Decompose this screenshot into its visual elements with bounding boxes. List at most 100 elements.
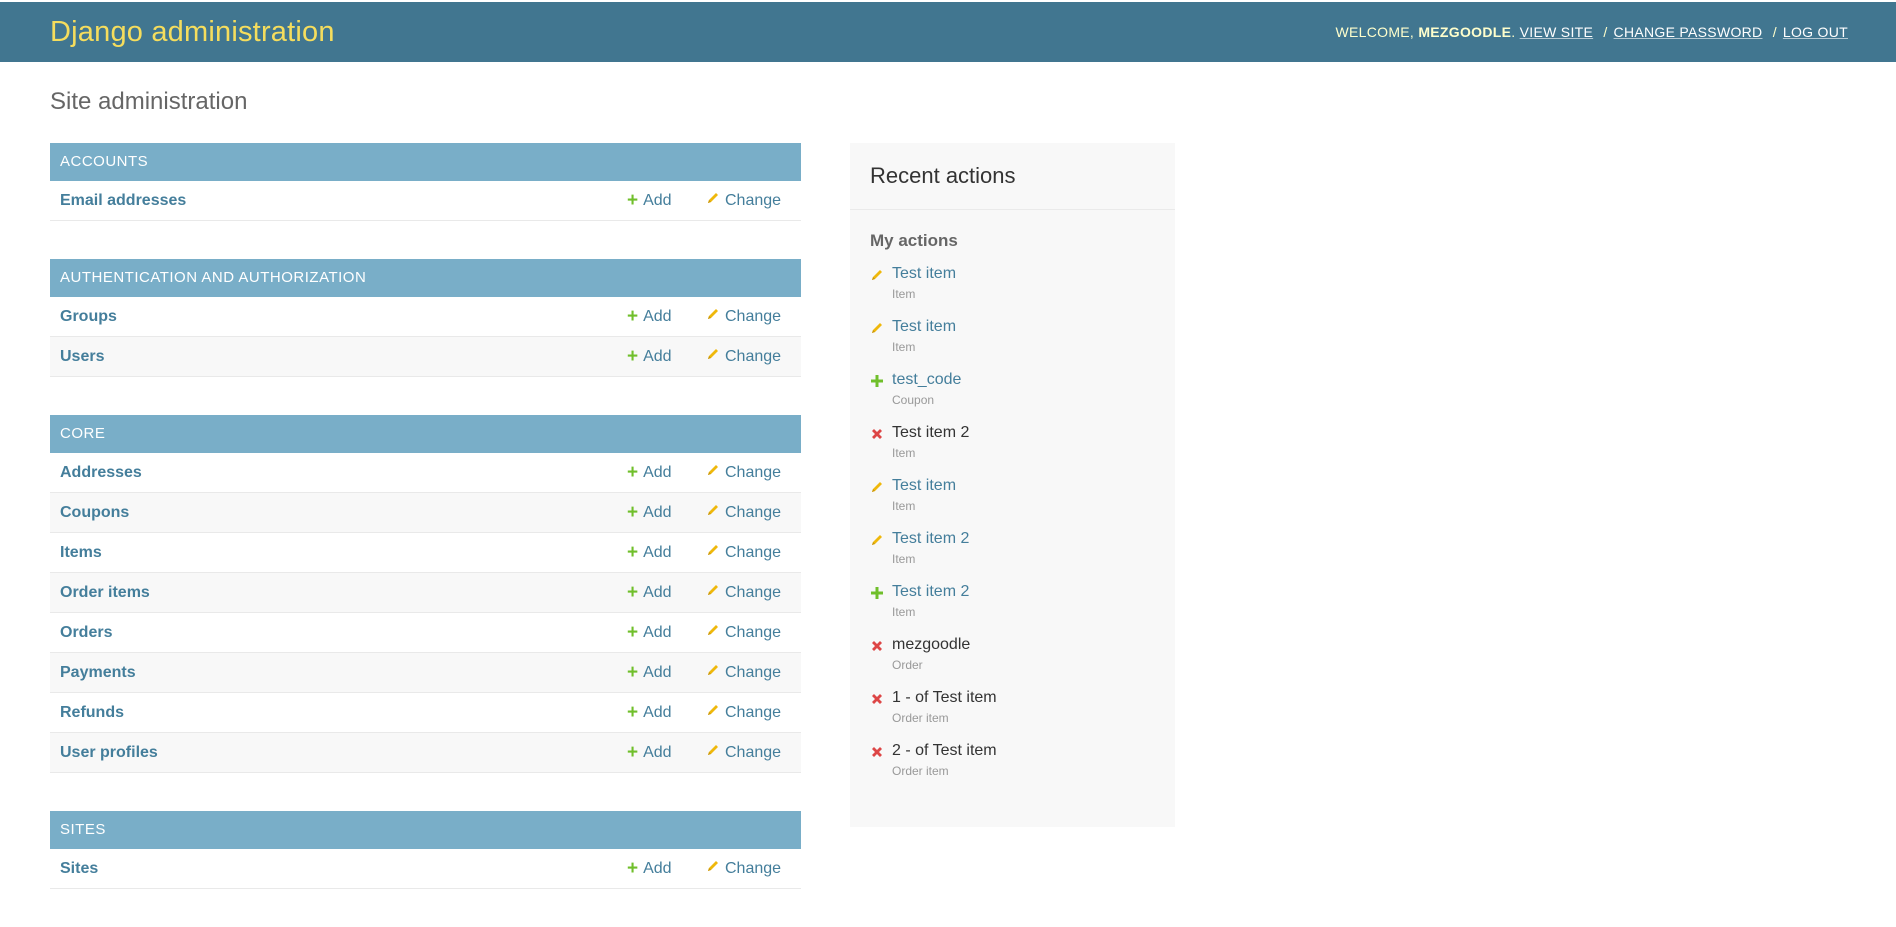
model-link[interactable]: Payments (50, 664, 136, 682)
recent-action-name[interactable]: Test item (892, 318, 956, 336)
model-row: Order items + Add Change (50, 573, 801, 613)
recent-action-item: Test item Item (870, 265, 1175, 318)
app-caption[interactable]: CORE (50, 415, 801, 453)
add-link[interactable]: + Add (627, 703, 672, 722)
model-link[interactable]: Items (50, 544, 102, 562)
recent-action-type: Order (892, 658, 923, 672)
add-link[interactable]: + Add (627, 663, 672, 682)
pencil-icon (870, 268, 886, 284)
change-link[interactable]: Change (706, 191, 781, 210)
model-row: Sites + Add Change (50, 849, 801, 889)
recent-action-item: Test item Item (870, 477, 1175, 530)
pencil-icon (706, 191, 720, 210)
change-label: Change (725, 743, 782, 761)
change-link[interactable]: Change (706, 663, 781, 682)
model-link[interactable]: Refunds (50, 704, 124, 722)
recent-action-item: test_code Coupon (870, 371, 1175, 424)
site-branding[interactable]: Django administration (50, 16, 335, 49)
recent-action-name[interactable]: test_code (892, 371, 961, 389)
change-link[interactable]: Change (706, 347, 781, 366)
recent-action-type: Item (892, 552, 916, 566)
view-site-link[interactable]: VIEW SITE (1520, 24, 1594, 40)
change-label: Change (725, 503, 782, 521)
change-link[interactable]: Change (706, 583, 781, 602)
change-link[interactable]: Change (706, 463, 781, 482)
recent-action-name[interactable]: Test item (892, 477, 956, 495)
plus-icon: + (627, 502, 639, 523)
pencil-icon (706, 703, 720, 722)
recent-action-name[interactable]: Test item (892, 265, 956, 283)
change-link[interactable]: Change (706, 703, 781, 722)
model-link[interactable]: Groups (50, 308, 117, 326)
add-label: Add (643, 307, 672, 325)
add-link[interactable]: + Add (627, 463, 672, 482)
recent-actions-panel: Recent actions My actions Test item Item… (850, 143, 1175, 827)
recent-action-name: Test item 2 (892, 424, 970, 441)
recent-action-item: Test item Item (870, 318, 1175, 371)
model-row: Groups + Add Change (50, 297, 801, 337)
change-label: Change (725, 623, 782, 641)
pencil-icon (706, 743, 720, 762)
change-link[interactable]: Change (706, 623, 781, 642)
recent-action-type: Item (892, 287, 916, 301)
add-label: Add (643, 583, 672, 601)
add-link[interactable]: + Add (627, 307, 672, 326)
change-label: Change (725, 191, 782, 209)
recent-action-type: Item (892, 499, 916, 513)
change-link[interactable]: Change (706, 743, 781, 762)
add-label: Add (643, 663, 672, 681)
add-link[interactable]: + Add (627, 503, 672, 522)
app-caption[interactable]: ACCOUNTS (50, 143, 801, 181)
change-link[interactable]: Change (706, 859, 781, 878)
add-label: Add (643, 623, 672, 641)
app-caption[interactable]: SITES (50, 811, 801, 849)
pencil-icon (706, 583, 720, 602)
model-link[interactable]: Email addresses (50, 192, 186, 210)
change-link[interactable]: Change (706, 307, 781, 326)
model-row: Users + Add Change (50, 337, 801, 377)
add-link[interactable]: + Add (627, 583, 672, 602)
recent-actions-title: Recent actions (850, 143, 1175, 210)
add-link[interactable]: + Add (627, 543, 672, 562)
change-label: Change (725, 703, 782, 721)
add-link[interactable]: + Add (627, 623, 672, 642)
model-link[interactable]: Order items (50, 584, 150, 602)
model-link[interactable]: Sites (50, 860, 98, 878)
my-actions-title: My actions (870, 231, 958, 250)
add-link[interactable]: + Add (627, 743, 672, 762)
x-icon (870, 745, 886, 761)
add-label: Add (643, 503, 672, 521)
model-link[interactable]: Users (50, 348, 104, 366)
add-link[interactable]: + Add (627, 191, 672, 210)
model-row: Items + Add Change (50, 533, 801, 573)
recent-action-item: Test item 2 Item (870, 424, 1175, 477)
add-label: Add (643, 743, 672, 761)
change-label: Change (725, 347, 782, 365)
pencil-icon (706, 307, 720, 326)
model-link[interactable]: Coupons (50, 504, 129, 522)
plus-icon (870, 586, 886, 602)
log-out-link[interactable]: LOG OUT (1783, 24, 1848, 40)
recent-action-type: Item (892, 340, 916, 354)
model-link[interactable]: User profiles (50, 744, 158, 762)
app-caption[interactable]: AUTHENTICATION AND AUTHORIZATION (50, 259, 801, 297)
add-link[interactable]: + Add (627, 859, 672, 878)
change-label: Change (725, 859, 782, 877)
recent-action-item: Test item 2 Item (870, 583, 1175, 636)
plus-icon: + (627, 702, 639, 723)
add-link[interactable]: + Add (627, 347, 672, 366)
plus-icon (870, 374, 886, 390)
change-label: Change (725, 463, 782, 481)
add-label: Add (643, 543, 672, 561)
change-link[interactable]: Change (706, 503, 781, 522)
app-module: ACCOUNTS Email addresses + Add Change (50, 143, 801, 221)
change-link[interactable]: Change (706, 543, 781, 562)
model-link[interactable]: Addresses (50, 464, 142, 482)
model-link[interactable]: Orders (50, 624, 112, 642)
pencil-icon (706, 663, 720, 682)
change-password-link[interactable]: CHANGE PASSWORD (1614, 24, 1763, 40)
recent-action-name[interactable]: Test item 2 (892, 530, 969, 548)
change-label: Change (725, 663, 782, 681)
plus-icon: + (627, 622, 639, 643)
recent-action-name[interactable]: Test item 2 (892, 583, 969, 601)
